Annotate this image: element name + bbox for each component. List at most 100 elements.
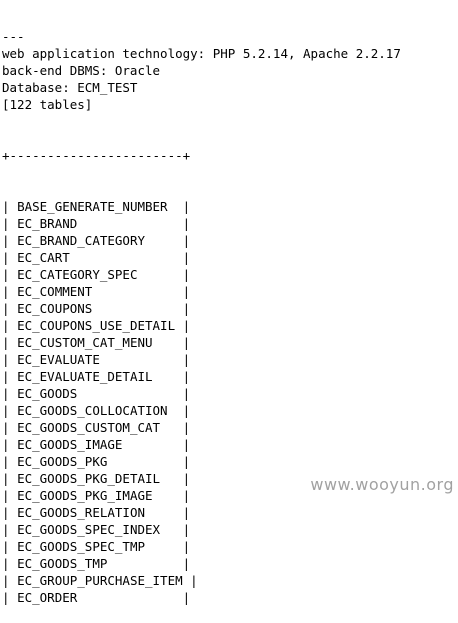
- header-line: [122 tables]: [2, 97, 93, 112]
- row-border-left: |: [2, 335, 18, 350]
- scan-summary: --- web application technology: PHP 5.2.1…: [2, 28, 456, 113]
- table-row: | EC_EVALUATE |: [2, 351, 456, 368]
- row-border-right: |: [152, 335, 191, 350]
- row-border-left: |: [2, 590, 18, 605]
- row-border-right: |: [152, 488, 191, 503]
- table-name: EC_GOODS_RELATION: [17, 505, 145, 520]
- row-border-left: |: [2, 454, 18, 469]
- table-name: EC_GOODS_PKG: [17, 454, 108, 469]
- row-border-right: |: [92, 284, 191, 299]
- table-row: | EC_BRAND_CATEGORY |: [2, 232, 456, 249]
- row-border-left: |: [2, 216, 18, 231]
- table-row: | EC_GOODS |: [2, 385, 456, 402]
- table-name: EC_GOODS_TMP: [17, 556, 108, 571]
- row-border-right: |: [182, 573, 198, 588]
- row-border-left: |: [2, 284, 18, 299]
- row-border-right: |: [69, 250, 191, 265]
- table-row: | EC_COMMENT |: [2, 283, 456, 300]
- row-border-right: |: [152, 369, 191, 384]
- row-border-left: |: [2, 556, 18, 571]
- row-border-left: |: [2, 522, 18, 537]
- row-border-left: |: [2, 369, 18, 384]
- table-row: | EC_CATEGORY_SPEC |: [2, 266, 456, 283]
- row-border-left: |: [2, 386, 18, 401]
- watermark: www.wooyun.org: [310, 475, 454, 494]
- header-line: Database: ECM_TEST: [2, 80, 138, 95]
- table-name: EC_GOODS_PKG_IMAGE: [17, 488, 153, 503]
- header-line: web application technology: PHP 5.2.14, …: [2, 46, 401, 61]
- row-border-right: |: [167, 403, 191, 418]
- row-border-left: |: [2, 267, 18, 282]
- row-border-right: |: [122, 437, 191, 452]
- row-border-left: |: [2, 403, 18, 418]
- row-border-left: |: [2, 233, 18, 248]
- row-border-right: |: [160, 471, 191, 486]
- row-border-left: |: [2, 573, 18, 588]
- table-name: EC_COMMENT: [17, 284, 93, 299]
- table-row: | EC_GOODS_TMP |: [2, 555, 456, 572]
- table-row: | EC_EVALUATE_DETAIL |: [2, 368, 456, 385]
- row-border-right: |: [175, 318, 191, 333]
- table-name: EC_CATEGORY_SPEC: [17, 267, 138, 282]
- table-row: | EC_COUPONS |: [2, 300, 456, 317]
- row-border-right: |: [145, 539, 191, 554]
- table-name: EC_CART: [17, 250, 70, 265]
- table-row: | BASE_GENERATE_NUMBER |: [2, 198, 456, 215]
- table-name: EC_COUPONS_USE_DETAIL: [17, 318, 176, 333]
- table-name: EC_EVALUATE: [17, 352, 100, 367]
- table-row: | EC_GOODS_SPEC_TMP |: [2, 538, 456, 555]
- row-border-left: |: [2, 420, 18, 435]
- row-border-left: |: [2, 471, 18, 486]
- table-row: | EC_GROUP_PURCHASE_ITEM |: [2, 572, 456, 589]
- row-border-left: |: [2, 352, 18, 367]
- table-name: EC_GOODS: [17, 386, 78, 401]
- table-name: EC_GOODS_CUSTOM_CAT: [17, 420, 161, 435]
- table-name: EC_GOODS_COLLOCATION: [17, 403, 168, 418]
- row-border-right: |: [107, 454, 191, 469]
- row-border-left: |: [2, 250, 18, 265]
- table-name: EC_EVALUATE_DETAIL: [17, 369, 153, 384]
- table-name: EC_ORDER: [17, 590, 78, 605]
- row-border-left: |: [2, 488, 18, 503]
- table-name: EC_BRAND: [17, 216, 78, 231]
- table-name: EC_GOODS_SPEC_INDEX: [17, 522, 161, 537]
- table-row: | EC_GOODS_RELATION |: [2, 504, 456, 521]
- table-row: | EC_GOODS_PKG |: [2, 453, 456, 470]
- header-line: back-end DBMS: Oracle: [2, 63, 161, 78]
- table-row: | EC_ORDER |: [2, 589, 456, 606]
- table-row: | EC_GOODS_CUSTOM_CAT |: [2, 419, 456, 436]
- row-border-right: |: [77, 216, 191, 231]
- row-border-right: |: [77, 590, 191, 605]
- table-border-top: +-----------------------+: [2, 148, 191, 163]
- table-name: EC_BRAND_CATEGORY: [17, 233, 145, 248]
- row-border-left: |: [2, 301, 18, 316]
- table-name: EC_GOODS_IMAGE: [17, 437, 123, 452]
- row-border-right: |: [167, 199, 191, 214]
- row-border-right: |: [92, 301, 191, 316]
- table-row: | EC_CART |: [2, 249, 456, 266]
- row-border-right: |: [137, 267, 191, 282]
- table-name: EC_GOODS_SPEC_TMP: [17, 539, 145, 554]
- table-row: | EC_GOODS_SPEC_INDEX |: [2, 521, 456, 538]
- row-border-right: |: [145, 233, 191, 248]
- row-border-right: |: [107, 556, 191, 571]
- table-name: EC_GOODS_PKG_DETAIL: [17, 471, 161, 486]
- row-border-right: |: [77, 386, 191, 401]
- row-border-left: |: [2, 505, 18, 520]
- row-border-right: |: [160, 522, 191, 537]
- row-border-right: |: [160, 420, 191, 435]
- table-row: | EC_GOODS_COLLOCATION |: [2, 402, 456, 419]
- table-list: | BASE_GENERATE_NUMBER | | EC_BRAND | | EC…: [2, 198, 456, 606]
- table-row: | EC_GOODS_IMAGE |: [2, 436, 456, 453]
- row-border-left: |: [2, 437, 18, 452]
- table-row: | EC_BRAND |: [2, 215, 456, 232]
- table-name: EC_COUPONS: [17, 301, 93, 316]
- table-name: EC_CUSTOM_CAT_MENU: [17, 335, 153, 350]
- table-row: | EC_COUPONS_USE_DETAIL |: [2, 317, 456, 334]
- row-border-right: |: [99, 352, 191, 367]
- table-name: EC_GROUP_PURCHASE_ITEM: [17, 573, 183, 588]
- header-line: ---: [2, 29, 25, 44]
- table-name: BASE_GENERATE_NUMBER: [17, 199, 168, 214]
- terminal-output: --- web application technology: PHP 5.2.1…: [2, 0, 456, 605]
- row-border-left: |: [2, 199, 18, 214]
